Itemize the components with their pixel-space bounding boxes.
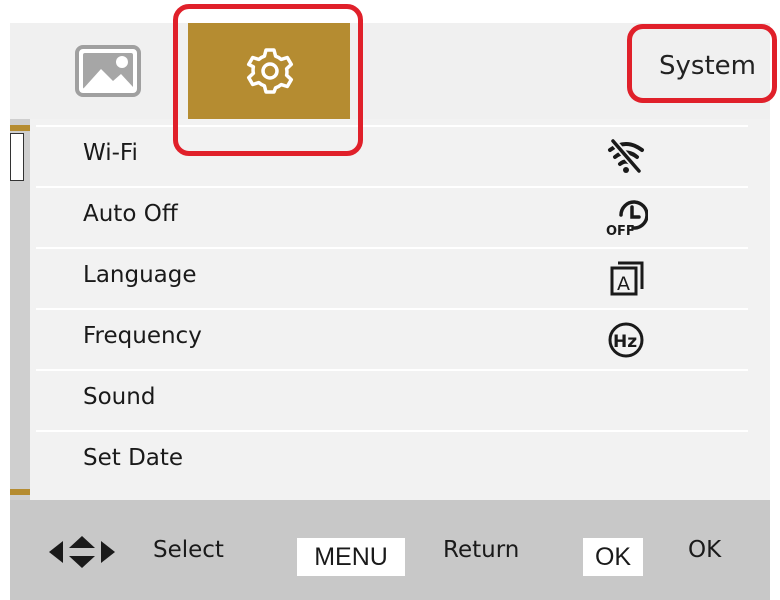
scrollbar-thumb[interactable] [10,133,24,181]
language-icon: A [610,261,644,296]
tab-image[interactable] [30,23,190,119]
menu-list: Wi-Fi Auto Off OFF Language A Frequency … [36,125,748,491]
section-title: System [659,51,756,81]
tab-settings[interactable] [188,23,350,119]
ok-hint-label: OK [688,537,722,563]
svg-text:OFF: OFF [606,224,635,237]
menu-item-label: Sound [83,384,156,410]
scrollbar[interactable] [10,119,30,500]
menu-item-wifi[interactable]: Wi-Fi [36,125,748,186]
image-icon [75,45,141,97]
select-hint-label: Select [153,537,224,563]
return-hint-label: Return [443,537,520,563]
button-hint-bar: Select MENU Return OK OK [10,500,770,600]
menu-item-auto-off[interactable]: Auto Off OFF [36,186,748,247]
menu-key[interactable]: MENU [297,538,405,576]
svg-text:A: A [617,273,630,295]
wifi-off-icon [608,138,644,174]
scrollbar-accent-bottom [10,489,30,495]
ok-key[interactable]: OK [583,538,643,576]
menu-item-label: Set Date [83,445,184,471]
menu-item-frequency[interactable]: Frequency Hz [36,308,748,369]
menu-item-label: Frequency [83,323,202,349]
menu-item-label: Wi-Fi [83,140,138,166]
menu-item-set-date[interactable]: Set Date [36,430,748,491]
auto-off-timer-icon: OFF [606,200,648,237]
menu-item-language[interactable]: Language A [36,247,748,308]
menu-item-sound[interactable]: Sound [36,369,748,430]
frequency-hz-icon: Hz [608,322,644,358]
svg-text:Hz: Hz [613,332,637,352]
camera-settings-screen: System Wi-Fi Auto Off OFF Language A Fre… [10,23,770,600]
tab-bar: System [10,23,770,119]
gear-icon [246,48,294,94]
menu-item-label: Language [83,262,197,288]
scrollbar-accent-top [10,125,30,131]
menu-area: Wi-Fi Auto Off OFF Language A Frequency … [10,119,770,500]
menu-item-label: Auto Off [83,201,178,227]
navigation-arrows-icon [49,536,115,568]
